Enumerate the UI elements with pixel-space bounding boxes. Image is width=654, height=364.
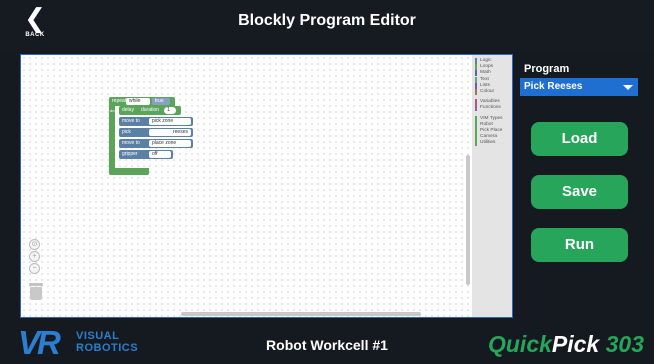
quickpick-brand: QuickPick 303 <box>488 331 644 358</box>
toolbox-category-utilities[interactable]: Utilities <box>475 140 495 147</box>
program-label: Program <box>524 63 570 75</box>
move-to-pick-block[interactable]: move to pick zone <box>119 117 193 126</box>
pick-block[interactable]: pick reeses <box>119 128 193 137</box>
move-label: move to <box>122 118 140 124</box>
zoom-in-icon[interactable]: + <box>29 251 40 262</box>
move-target-field[interactable]: place zone <box>149 140 191 147</box>
toolbox-category-vim-types[interactable]: VIM Types <box>475 115 503 122</box>
repeat-do-label: do <box>110 108 115 113</box>
toolbox-category-colour[interactable]: Colour <box>475 89 494 95</box>
move-target-field[interactable]: pick zone <box>149 118 191 125</box>
blockly-workspace[interactable]: repeat while true do delay duration 1 mo… <box>20 54 513 318</box>
repeat-condition[interactable]: true <box>152 98 170 105</box>
trash-icon[interactable] <box>29 283 43 300</box>
move-to-place-block[interactable]: move to place zone <box>119 139 193 148</box>
toolbox-category-functions[interactable]: Functions <box>475 105 501 112</box>
run-button[interactable]: Run <box>531 228 628 262</box>
zoom-reset-icon[interactable]: ⊙ <box>29 239 40 250</box>
repeat-keyword: repeat <box>112 98 127 104</box>
save-button[interactable]: Save <box>531 175 628 209</box>
delay-unit-label: duration <box>141 107 160 113</box>
dropdown-caret-icon <box>623 85 633 90</box>
brand-part-2: Pick <box>551 331 600 357</box>
toolbox: Logic Loops Math Text Lists Colour Variables Fu… <box>472 55 512 317</box>
toolbox-category-robot[interactable]: Robot <box>475 121 493 128</box>
brand-part-1: Quick <box>487 331 552 357</box>
program-selected-value: Pick Reeses <box>524 81 583 92</box>
delay-label: delay <box>122 107 134 113</box>
toolbox-category-lists[interactable]: Lists <box>475 82 490 89</box>
top-bar: ❮ BACK Blockly Program Editor <box>0 0 654 54</box>
gripper-label: gripper <box>122 151 138 157</box>
delay-value-field[interactable]: 1 <box>164 107 176 114</box>
delay-block[interactable]: delay duration 1 <box>119 106 181 115</box>
toolbox-category-text[interactable]: Text <box>475 76 489 83</box>
brand-number: 303 <box>605 331 644 357</box>
move-label: move to <box>122 140 140 146</box>
gripper-state-field[interactable]: off <box>149 151 171 158</box>
repeat-mode-dropdown[interactable]: while <box>126 98 150 105</box>
load-button[interactable]: Load <box>531 122 628 156</box>
vertical-scrollbar[interactable] <box>466 155 470 285</box>
page-title: Blockly Program Editor <box>238 12 416 29</box>
zoom-out-icon[interactable]: − <box>29 263 40 274</box>
toolbox-category-math[interactable]: Math <box>475 70 491 77</box>
pick-label: pick <box>122 129 131 135</box>
pick-item-field[interactable]: reeses <box>149 129 191 136</box>
program-select[interactable]: Pick Reeses <box>520 78 638 96</box>
gripper-block[interactable]: gripper off <box>119 150 173 159</box>
horizontal-scrollbar[interactable] <box>181 312 421 316</box>
